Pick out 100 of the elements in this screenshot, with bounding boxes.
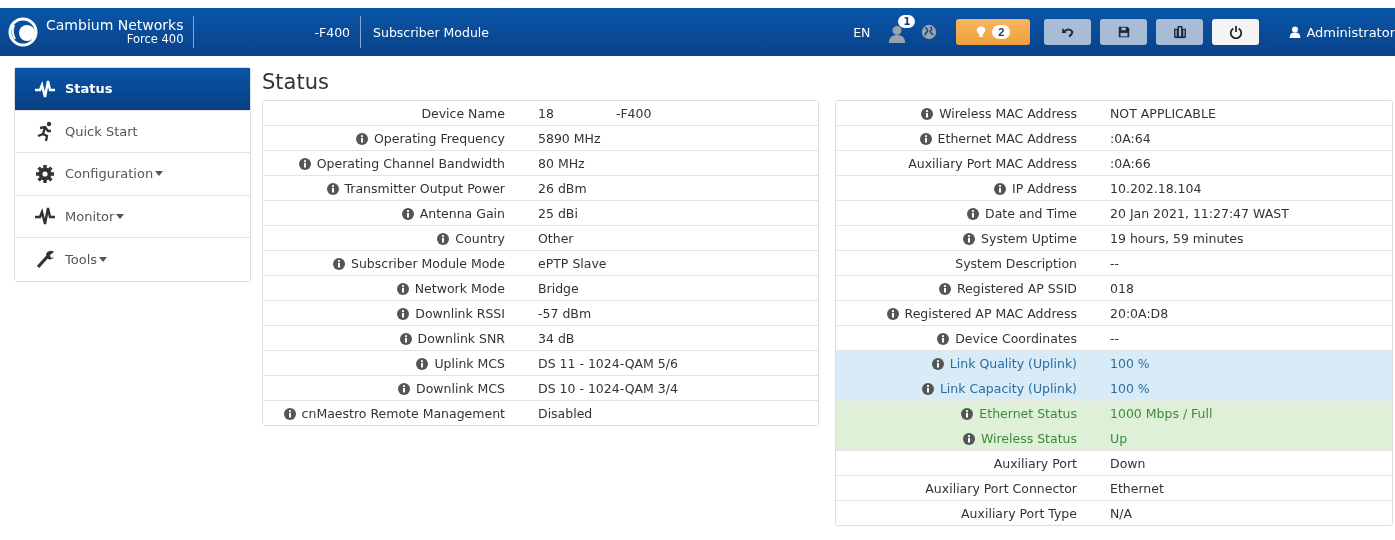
- field-value: 26 dBm: [538, 181, 587, 196]
- field-label: Downlink SNR: [417, 331, 505, 346]
- field-label: Antenna Gain: [419, 206, 505, 221]
- field-label: Operating Frequency: [373, 131, 505, 146]
- info-icon[interactable]: [938, 282, 951, 295]
- info-icon[interactable]: [298, 157, 311, 170]
- field-label: Auxiliary Port: [993, 456, 1077, 471]
- field-value: 5890 MHz: [538, 131, 601, 146]
- field-label: cnMaestro Remote Management: [301, 406, 505, 421]
- info-icon[interactable]: [962, 432, 975, 445]
- field-label: Device Coordinates: [955, 331, 1077, 346]
- field-label: Subscriber Module Mode: [351, 256, 505, 271]
- field-label: Uplink MCS: [434, 356, 505, 371]
- info-icon[interactable]: [961, 407, 974, 420]
- field-label: Wireless Status: [980, 431, 1077, 446]
- field-value: -57 dBm: [538, 306, 592, 321]
- info-icon[interactable]: [326, 182, 339, 195]
- info-icon[interactable]: [398, 382, 411, 395]
- field-value: Disabled: [538, 406, 593, 421]
- device-name: -F400: [313, 24, 351, 40]
- field-label: Link Capacity (Uplink): [939, 381, 1077, 396]
- field-value: Other: [538, 231, 574, 246]
- info-icon[interactable]: [931, 357, 944, 370]
- field-label: Registered AP MAC Address: [904, 306, 1077, 321]
- wrench-icon: [35, 249, 55, 270]
- pulse-icon: [35, 78, 55, 99]
- user-menu[interactable]: Administrator: [1289, 24, 1395, 40]
- field-value: 20:0A:D8: [1110, 306, 1169, 321]
- field-value: 34 dB: [538, 331, 575, 346]
- field-label: Ethernet MAC Address: [937, 131, 1077, 146]
- info-icon[interactable]: [399, 332, 412, 345]
- field-value: 10.202.18.104: [1110, 181, 1202, 196]
- user-icon[interactable]: [888, 25, 907, 43]
- field-value: NOT APPLICABLE: [1110, 106, 1216, 121]
- field-value: :0A:64: [1110, 131, 1151, 146]
- field-label: Ethernet Status: [979, 406, 1077, 421]
- field-label: Wireless MAC Address: [939, 106, 1077, 121]
- info-icon[interactable]: [967, 207, 980, 220]
- info-icon[interactable]: [921, 107, 934, 120]
- info-icon[interactable]: [401, 207, 414, 220]
- info-icon[interactable]: [397, 307, 410, 320]
- field-label: Auxiliary Port Type: [961, 506, 1077, 521]
- field-label: Auxiliary Port MAC Address: [908, 156, 1077, 171]
- field-label: Downlink MCS: [416, 381, 505, 396]
- field-value: Bridge: [538, 281, 579, 296]
- alerts-button[interactable]: 2: [956, 19, 1031, 45]
- field-label: Device Name: [421, 106, 505, 121]
- brand-name: Cambium Networks: [46, 18, 184, 34]
- field-value: :0A:66: [1110, 156, 1151, 171]
- info-icon[interactable]: [355, 132, 368, 145]
- power-icon: [1228, 25, 1243, 39]
- field-label: Link Quality (Uplink): [949, 356, 1077, 371]
- field-label: System Description: [955, 256, 1077, 271]
- info-icon[interactable]: [963, 232, 976, 245]
- field-value: N/A: [1110, 506, 1133, 521]
- field-value: DS 11 - 1024-QAM 5/6: [538, 356, 678, 371]
- model-name: Force 400: [126, 33, 184, 46]
- field-value: --: [1110, 256, 1120, 271]
- power-button[interactable]: [1212, 19, 1260, 45]
- language-button[interactable]: EN: [853, 24, 871, 40]
- field-value: 018: [1110, 281, 1134, 296]
- globe-icon[interactable]: [920, 23, 939, 41]
- info-icon[interactable]: [921, 382, 934, 395]
- info-icon[interactable]: [919, 132, 932, 145]
- device-mode: Subscriber Module: [373, 24, 490, 40]
- info-icon[interactable]: [886, 307, 899, 320]
- field-label: Registered AP SSID: [956, 281, 1077, 296]
- field-label: IP Address: [1012, 181, 1077, 196]
- field-value: 80 MHz: [538, 156, 585, 171]
- info-icon[interactable]: [937, 332, 950, 345]
- field-value: Down: [1110, 456, 1146, 471]
- field-value: --: [1110, 331, 1120, 346]
- undo-button[interactable]: [1044, 19, 1092, 45]
- field-value: 1000 Mbps / Full: [1110, 406, 1213, 421]
- field-value: 19 hours, 59 minutes: [1110, 231, 1244, 246]
- field-value: -F400: [615, 106, 652, 121]
- info-icon[interactable]: [994, 182, 1006, 195]
- info-icon[interactable]: [283, 407, 296, 420]
- save-button[interactable]: [1100, 19, 1148, 45]
- field-label: Operating Channel Bandwidth: [316, 156, 505, 171]
- sidebar-item[interactable]: Status: [15, 68, 250, 111]
- tower-icon: [1172, 25, 1187, 39]
- info-icon[interactable]: [437, 232, 450, 245]
- info-icon[interactable]: [416, 357, 429, 370]
- field-value: DS 10 - 1024-QAM 3/4: [538, 381, 678, 396]
- page-title: Status: [262, 70, 330, 94]
- tower-button[interactable]: [1156, 19, 1204, 45]
- pulse-icon: [35, 206, 55, 227]
- field-label: Transmitter Output Power: [344, 181, 505, 196]
- caret-icon: [99, 256, 108, 262]
- field-value: Up: [1110, 431, 1128, 446]
- field-label: Network Mode: [414, 281, 505, 296]
- field-label: Auxiliary Port Connector: [925, 481, 1077, 496]
- field-label: Downlink RSSI: [415, 306, 505, 321]
- user-icon: [1289, 26, 1302, 38]
- logo-icon: [8, 17, 38, 47]
- info-icon[interactable]: [333, 257, 345, 270]
- info-icon[interactable]: [396, 282, 409, 295]
- field-value: 100 %: [1110, 356, 1150, 371]
- field-value: Ethernet: [1110, 481, 1164, 496]
